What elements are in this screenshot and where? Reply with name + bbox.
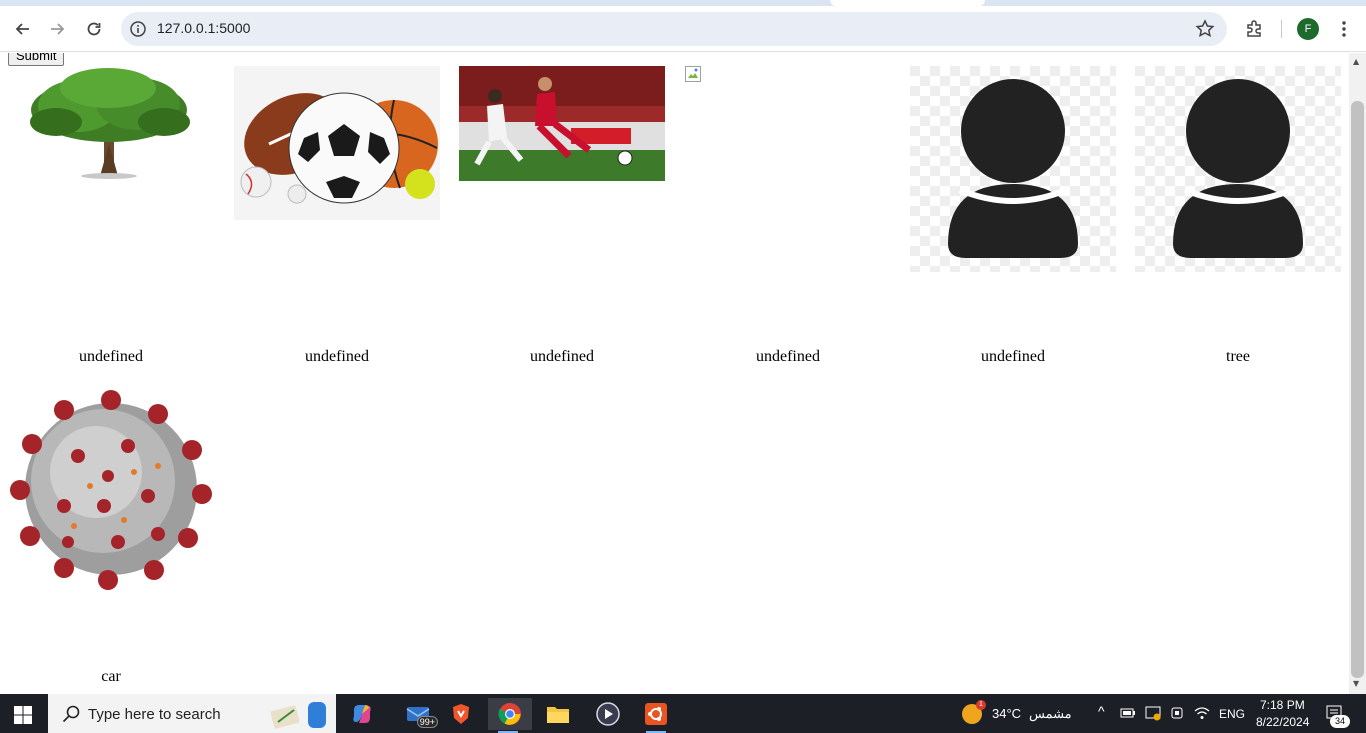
chrome-icon bbox=[498, 703, 521, 725]
mail-badge: 99+ bbox=[416, 716, 438, 728]
extensions-button[interactable] bbox=[1242, 17, 1266, 41]
windows-start-icon[interactable] bbox=[14, 706, 32, 724]
virus-image bbox=[10, 390, 212, 590]
network-alert-icon[interactable] bbox=[1145, 705, 1161, 721]
scroll-down-icon[interactable]: ▼ bbox=[1353, 679, 1359, 688]
taskbar-copilot[interactable] bbox=[342, 698, 382, 730]
page-viewport: Submit undefined undefined undefined und… bbox=[0, 53, 1349, 694]
windows-taskbar: Type here to search 99+ 1 34°C مشمس ^ EN… bbox=[0, 694, 1366, 733]
url-text: 127.0.0.1:5000 bbox=[157, 20, 251, 36]
ubuntu-icon bbox=[645, 703, 667, 725]
tree-image bbox=[30, 68, 190, 179]
card-label: undefined bbox=[305, 348, 369, 365]
meet-now-icon[interactable] bbox=[1170, 705, 1184, 721]
scroll-up-icon[interactable]: ▲ bbox=[1353, 57, 1359, 66]
address-bar[interactable]: 127.0.0.1:5000 bbox=[121, 12, 1227, 46]
weather-sun-icon[interactable]: 1 bbox=[962, 700, 986, 724]
taskbar-brave[interactable] bbox=[441, 698, 481, 730]
user-avatar-image bbox=[910, 66, 1116, 272]
language-indicator[interactable]: ENG bbox=[1219, 707, 1245, 721]
notification-count: 34 bbox=[1330, 715, 1350, 728]
toolbar-divider bbox=[1281, 20, 1282, 38]
weather-alert-badge: 1 bbox=[976, 700, 986, 710]
back-button[interactable] bbox=[10, 17, 34, 41]
sports-balls-image bbox=[234, 66, 440, 220]
taskbar-search-box[interactable]: Type here to search bbox=[48, 694, 336, 733]
kebab-menu-icon bbox=[1342, 21, 1346, 37]
search-highlight-icon bbox=[270, 702, 326, 729]
card-label: undefined bbox=[530, 348, 594, 365]
soccer-players-image bbox=[459, 66, 665, 181]
browser-menu-button[interactable] bbox=[1332, 17, 1356, 41]
image-card: car bbox=[8, 386, 214, 686]
taskbar-mail[interactable]: 99+ bbox=[398, 698, 438, 730]
chevron-up-icon[interactable]: ^ bbox=[1098, 703, 1105, 719]
reload-button[interactable] bbox=[82, 17, 106, 41]
battery-icon[interactable] bbox=[1120, 707, 1136, 719]
card-label: car bbox=[101, 668, 121, 685]
taskbar-chrome[interactable] bbox=[488, 698, 532, 733]
image-card: undefined bbox=[8, 66, 214, 366]
submit-button[interactable]: Submit bbox=[8, 53, 65, 66]
reload-icon bbox=[87, 22, 101, 36]
forward-icon bbox=[51, 23, 65, 35]
back-icon bbox=[15, 23, 29, 35]
image-card: tree bbox=[1135, 66, 1341, 366]
card-label: tree bbox=[1226, 348, 1250, 365]
image-card: undefined bbox=[685, 66, 891, 366]
image-card: undefined bbox=[910, 66, 1116, 366]
taskbar-file-explorer[interactable] bbox=[538, 698, 578, 730]
clock-time[interactable]: 7:18 PM bbox=[1260, 698, 1305, 712]
search-placeholder: Type here to search bbox=[88, 706, 221, 723]
broken-image-icon bbox=[685, 66, 701, 82]
brave-browser-icon bbox=[453, 704, 469, 724]
site-info-icon[interactable] bbox=[129, 20, 147, 38]
weather-temperature[interactable]: 34°C bbox=[992, 706, 1021, 721]
wifi-icon[interactable] bbox=[1194, 706, 1210, 720]
image-card: undefined bbox=[234, 66, 440, 366]
taskbar-ubuntu[interactable] bbox=[636, 698, 676, 733]
user-avatar-image bbox=[1135, 66, 1341, 272]
image-card: undefined bbox=[459, 66, 665, 366]
page-scrollbar[interactable]: ▲ ▼ bbox=[1349, 53, 1366, 694]
weather-description[interactable]: مشمس bbox=[1029, 706, 1072, 722]
browser-toolbar: 127.0.0.1:5000 F bbox=[0, 6, 1366, 52]
media-player-icon bbox=[596, 702, 620, 726]
search-icon bbox=[62, 705, 80, 723]
card-label: undefined bbox=[79, 348, 143, 365]
folder-icon bbox=[547, 707, 569, 723]
bookmark-star-icon[interactable] bbox=[1195, 19, 1215, 39]
forward-button[interactable] bbox=[46, 17, 70, 41]
clock-date[interactable]: 8/22/2024 bbox=[1256, 715, 1309, 729]
card-label: undefined bbox=[981, 348, 1045, 365]
taskbar-media-player[interactable] bbox=[588, 698, 628, 730]
scrollbar-thumb[interactable] bbox=[1351, 101, 1364, 678]
profile-avatar[interactable]: F bbox=[1297, 18, 1319, 40]
extensions-icon bbox=[1247, 20, 1261, 37]
card-label: undefined bbox=[756, 348, 820, 365]
copilot-icon bbox=[353, 705, 371, 723]
